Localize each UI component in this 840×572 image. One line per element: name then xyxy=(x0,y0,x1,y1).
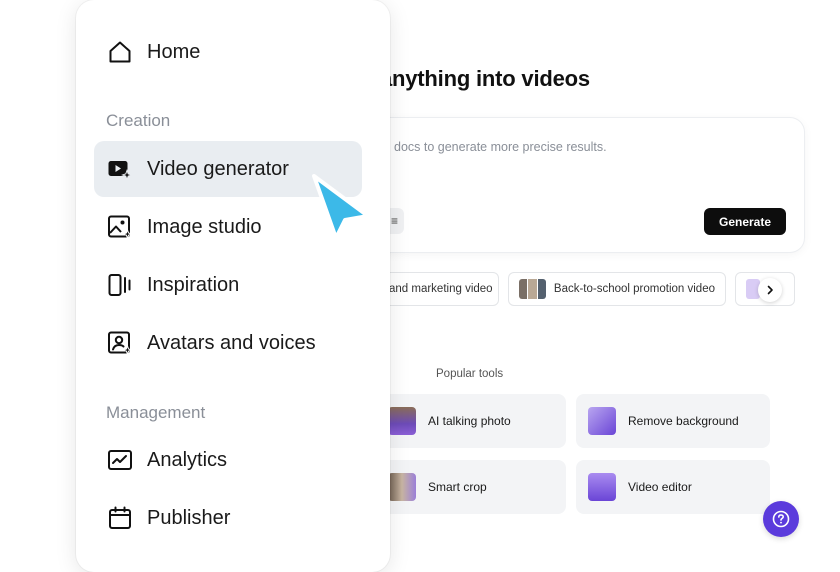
tool-card-remove-background[interactable]: Remove background xyxy=(576,394,770,448)
tool-card-ai-talking-photo[interactable]: AI talking photo xyxy=(372,394,566,448)
prompt-placeholder[interactable]: docs to generate more precise results. xyxy=(394,140,607,154)
tool-label: Video editor xyxy=(628,480,692,494)
sidebar-group-creation: Creation xyxy=(106,111,171,130)
sidebar-item-home[interactable]: Home xyxy=(94,24,362,80)
home-icon xyxy=(107,39,133,65)
help-button[interactable] xyxy=(763,501,799,537)
analytics-icon xyxy=(107,447,133,473)
sidebar-item-label: Analytics xyxy=(147,448,228,471)
scroll-next-button[interactable] xyxy=(758,278,782,302)
sidebar-item-avatars-and-voices[interactable]: Avatars and voices xyxy=(94,315,362,371)
suggestion-label: Back-to-school promotion video xyxy=(553,283,715,295)
avatar-icon xyxy=(107,330,133,356)
inspiration-icon xyxy=(107,272,133,298)
suggestion-label: and marketing video xyxy=(389,283,493,295)
tool-thumbnail xyxy=(588,473,616,501)
tool-card-smart-crop[interactable]: Smart crop xyxy=(372,460,566,514)
chip-label: ≡ xyxy=(390,214,398,228)
sidebar-item-label: Inspiration xyxy=(147,273,240,296)
suggestion-thumbnail xyxy=(519,279,546,299)
sidebar-item-analytics[interactable]: Analytics xyxy=(94,432,362,488)
popular-tools-title: Popular tools xyxy=(436,368,504,380)
sidebar-item-label: Publisher xyxy=(147,506,231,529)
tool-label: Remove background xyxy=(628,414,739,428)
cursor-pointer-icon xyxy=(312,174,370,240)
page-title: anything into videos xyxy=(380,66,590,91)
chevron-right-icon xyxy=(767,285,773,295)
sidebar-item-label: Home xyxy=(147,40,201,63)
sidebar-item-label: Image studio xyxy=(147,215,262,238)
tool-card-video-editor[interactable]: Video editor xyxy=(576,460,770,514)
sidebar-menu: Home Creation Video generator Image stud… xyxy=(76,0,390,572)
tool-label: Smart crop xyxy=(428,480,487,494)
tool-thumbnail xyxy=(388,473,416,501)
tool-thumbnail xyxy=(388,407,416,435)
sidebar-item-label: Avatars and voices xyxy=(147,331,316,354)
sidebar-item-inspiration[interactable]: Inspiration xyxy=(94,257,362,313)
sidebar-item-publisher[interactable]: Publisher xyxy=(94,490,362,546)
tool-label: AI talking photo xyxy=(428,414,511,428)
image-sparkle-icon xyxy=(107,214,133,240)
sidebar-item-label: Video generator xyxy=(147,157,289,180)
tool-thumbnail xyxy=(588,407,616,435)
generate-button[interactable]: Generate xyxy=(704,208,786,235)
video-sparkle-icon xyxy=(107,156,133,182)
sidebar-group-management: Management xyxy=(106,403,206,422)
calendar-icon xyxy=(107,505,133,531)
help-icon xyxy=(772,510,790,528)
suggestion-chip[interactable]: Back-to-school promotion video xyxy=(508,272,726,306)
